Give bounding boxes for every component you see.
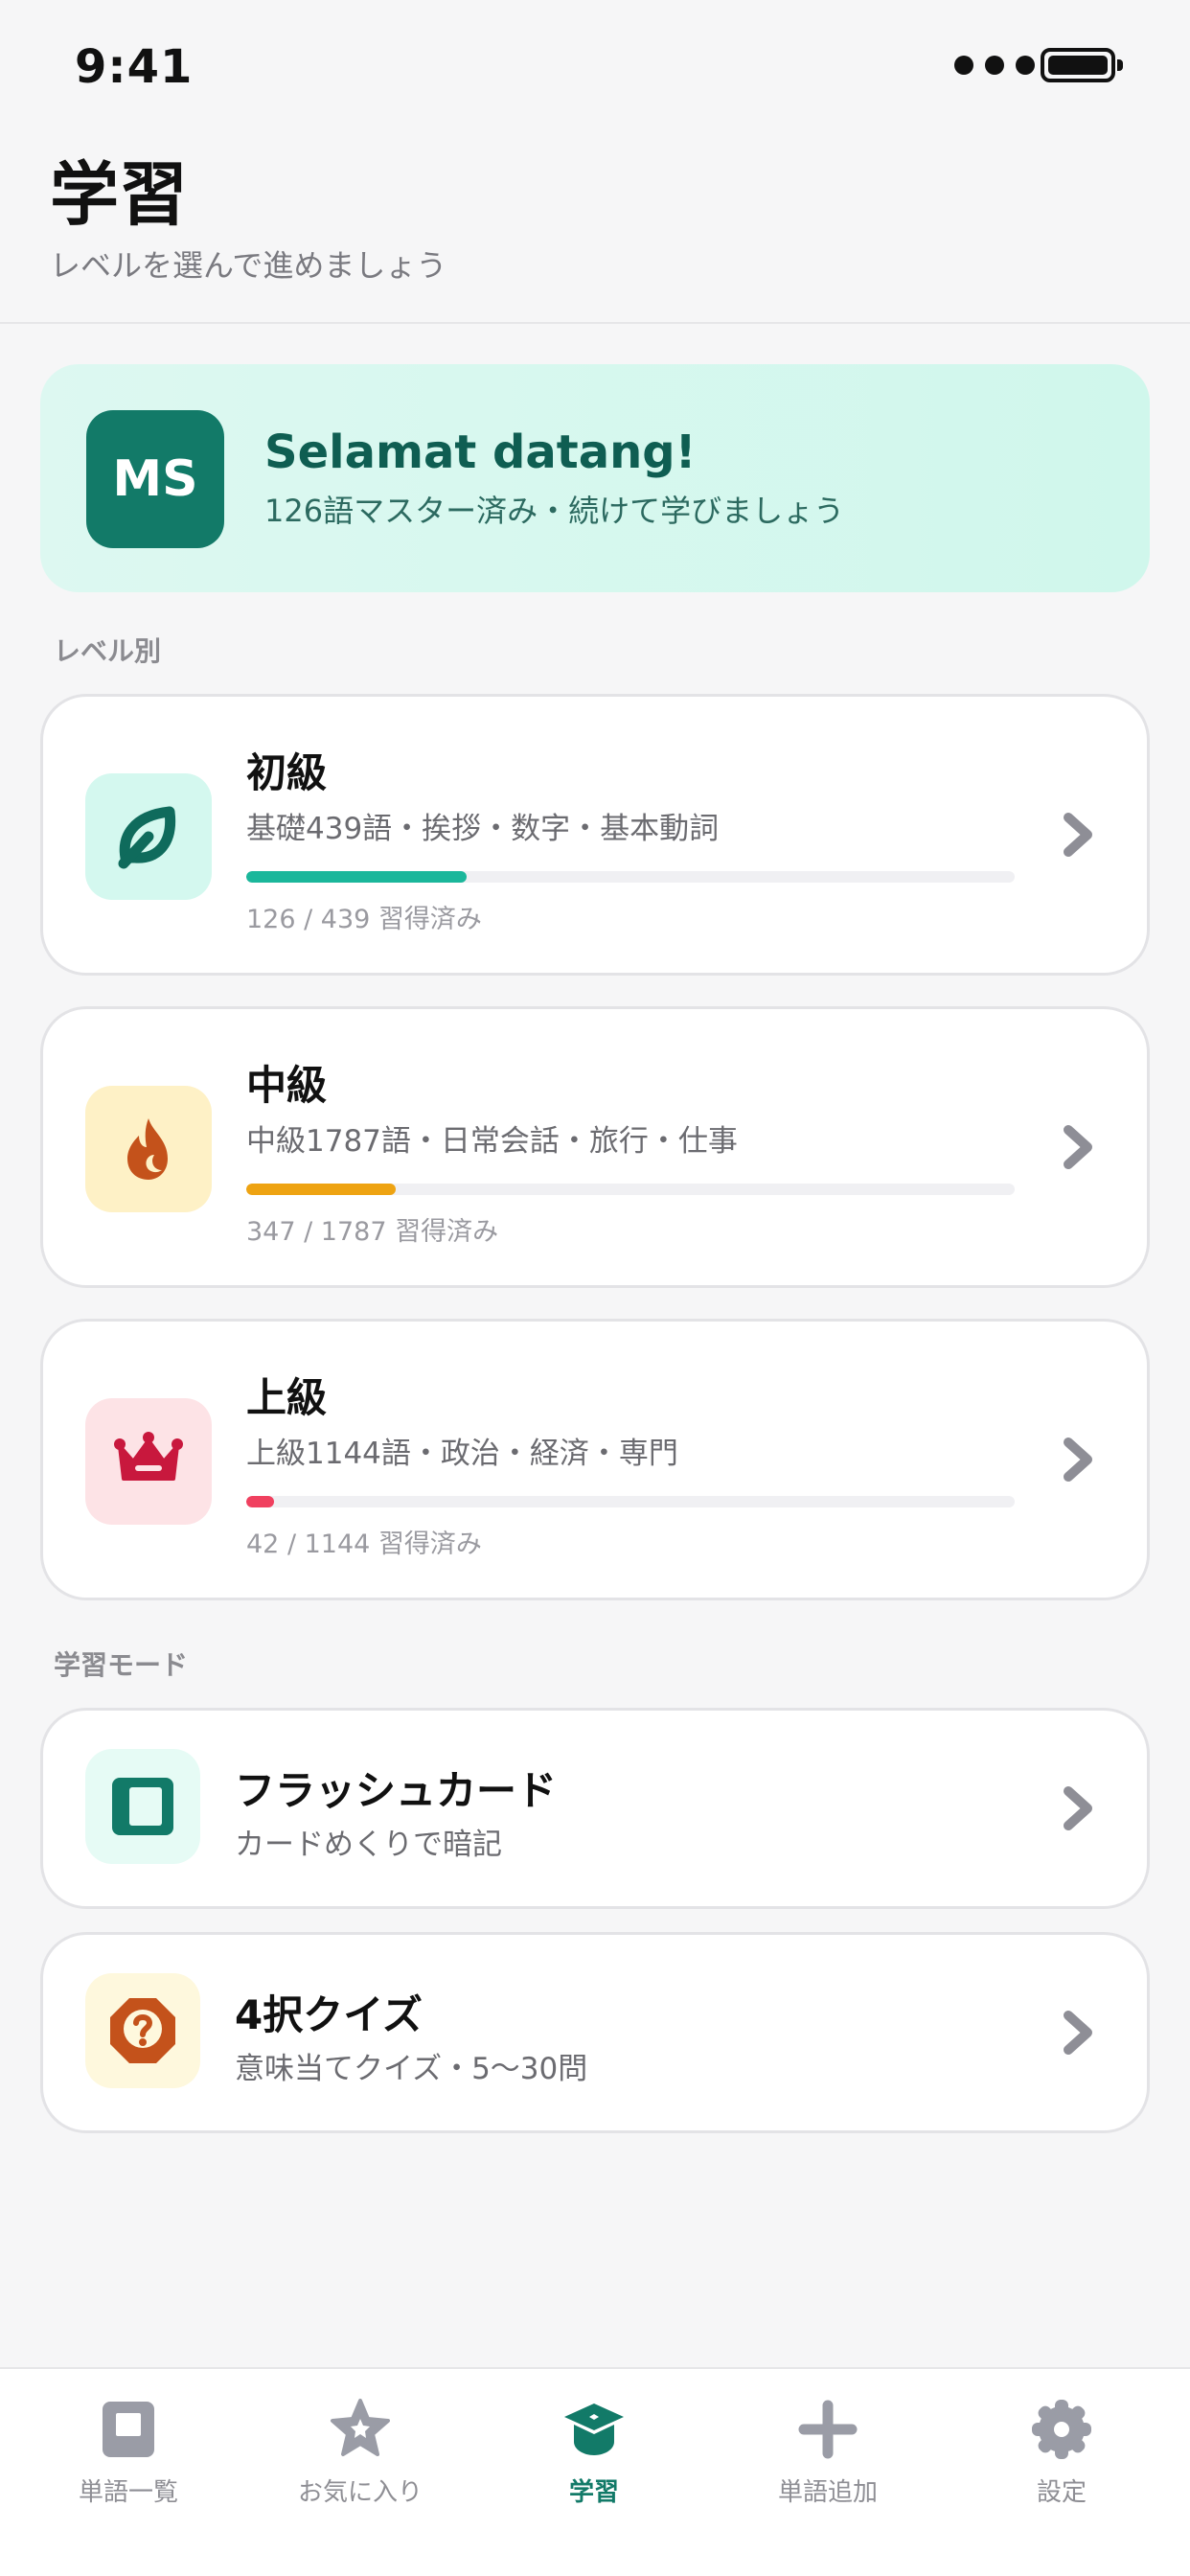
flashcard-icon <box>112 1778 173 1835</box>
status-bar: 9:41 <box>0 0 1190 134</box>
mode-description: 意味当てクイズ・5〜30問 <box>235 2052 588 2086</box>
crown-icon <box>114 1432 183 1481</box>
mode-icon-box <box>85 1749 200 1864</box>
plus-icon <box>798 2400 858 2459</box>
chevron-right-icon <box>1064 1125 1092 1169</box>
tab-favorites[interactable]: お気に入り <box>264 2392 456 2526</box>
level-title: 中級 <box>246 1062 328 1109</box>
mode-icon-box <box>85 1973 200 2088</box>
level-icon-box <box>85 773 212 900</box>
signal-dots-icon <box>954 56 1035 75</box>
tab-settings[interactable]: 設定 <box>966 2392 1157 2526</box>
chevron-right-icon <box>1064 2011 1092 2055</box>
battery-icon <box>1041 48 1123 82</box>
star-icon <box>331 2399 390 2456</box>
mode-card-quiz[interactable]: 4択クイズ 意味当てクイズ・5〜30問 <box>40 1932 1150 2133</box>
mode-card-flashcard[interactable]: フラッシュカード カードめくりで暗記 <box>40 1708 1150 1909</box>
tab-add-word[interactable]: 単語追加 <box>732 2392 924 2526</box>
chevron-right-icon <box>1064 1438 1092 1482</box>
progress-fill <box>246 871 468 883</box>
level-icon-box <box>85 1398 212 1525</box>
page-title: 学習 <box>50 154 189 235</box>
progress-fill <box>246 1184 396 1195</box>
tab-label: 単語追加 <box>777 2478 878 2507</box>
flame-icon <box>127 1118 168 1180</box>
mode-title: フラッシュカード <box>235 1767 558 1814</box>
progress-fill <box>246 1496 275 1507</box>
page-subtitle: レベルを選んで進めましょう <box>50 247 447 284</box>
level-title: 上級 <box>246 1374 328 1421</box>
level-title: 初級 <box>246 749 328 796</box>
gear-icon <box>1032 2400 1091 2459</box>
progress-text: 347 / 1787 習得済み <box>246 1217 499 1247</box>
progress-text: 126 / 439 習得済み <box>246 905 482 934</box>
tab-label: 学習 <box>568 2478 619 2507</box>
section-label-levels: レベル別 <box>54 635 162 667</box>
tab-label: 単語一覧 <box>78 2478 178 2507</box>
mode-description: カードめくりで暗記 <box>235 1828 502 1862</box>
graduation-cap-icon <box>564 2404 624 2455</box>
progress-bar <box>246 1496 1015 1507</box>
page-header: 学習 レベルを選んで進めましょう <box>0 134 1190 324</box>
word-list-icon <box>103 2402 154 2457</box>
tab-label: お気に入り <box>297 2478 423 2507</box>
quiz-icon <box>110 1998 175 2063</box>
welcome-banner: MS Selamat datang! 126語マスター済み・続けて学びましょう <box>40 364 1150 592</box>
tab-bar: 単語一覧 お気に入り 学習 単語追加 設定 <box>0 2367 1190 2576</box>
status-time: 9:41 <box>75 40 194 94</box>
chevron-right-icon <box>1064 813 1092 857</box>
level-card-advanced[interactable]: 上級 上級1144語・政治・経済・専門 42 / 1144 習得済み <box>40 1319 1150 1600</box>
level-description: 上級1144語・政治・経済・専門 <box>246 1437 678 1471</box>
leaf-icon <box>118 806 176 869</box>
tab-label: 設定 <box>1036 2478 1087 2507</box>
avatar: MS <box>86 410 224 548</box>
level-description: 中級1787語・日常会話・旅行・仕事 <box>246 1124 738 1159</box>
level-icon-box <box>85 1086 212 1212</box>
progress-bar <box>246 1184 1015 1195</box>
level-description: 基礎439語・挨拶・数字・基本動詞 <box>246 812 720 846</box>
progress-bar <box>246 871 1015 883</box>
welcome-subtitle: 126語マスター済み・続けて学びましょう <box>264 493 845 529</box>
section-label-modes: 学習モード <box>54 1649 189 1681</box>
tab-word-list[interactable]: 単語一覧 <box>33 2392 224 2526</box>
progress-text: 42 / 1144 習得済み <box>246 1530 482 1559</box>
mode-title: 4択クイズ <box>235 1991 423 2038</box>
chevron-right-icon <box>1064 1786 1092 1830</box>
welcome-title: Selamat datang! <box>264 426 697 479</box>
level-card-intermediate[interactable]: 中級 中級1787語・日常会話・旅行・仕事 347 / 1787 習得済み <box>40 1006 1150 1288</box>
level-card-beginner[interactable]: 初級 基礎439語・挨拶・数字・基本動詞 126 / 439 習得済み <box>40 694 1150 976</box>
tab-study[interactable]: 学習 <box>498 2392 690 2526</box>
